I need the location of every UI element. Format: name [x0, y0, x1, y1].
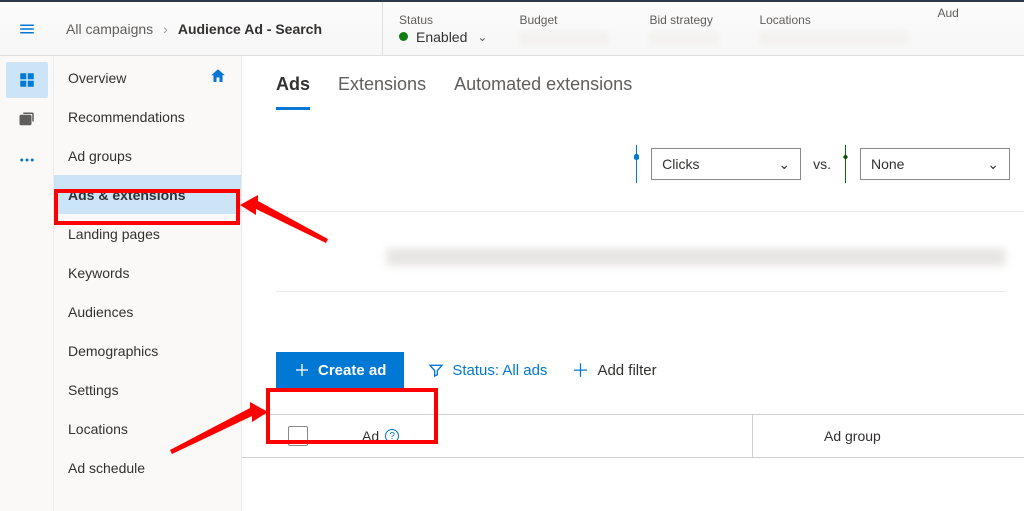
status-value: Enabled — [416, 29, 467, 45]
budget-label: Budget — [519, 13, 617, 27]
column-divider — [752, 414, 753, 458]
tab-extensions[interactable]: Extensions — [338, 74, 426, 110]
sidebar-item-label: Demographics — [68, 343, 158, 359]
sidebar-item-label: Locations — [68, 421, 128, 437]
tab-label: Ads — [276, 74, 310, 94]
tab-automated-extensions[interactable]: Automated extensions — [454, 74, 632, 110]
more-horizontal-icon — [18, 151, 36, 169]
chevron-down-icon: ⌄ — [778, 156, 790, 173]
tab-label: Extensions — [338, 74, 426, 94]
sidebar-item-label: Ads & extensions — [68, 187, 185, 203]
sidebar-item-label: Keywords — [68, 265, 129, 281]
breadcrumb-root[interactable]: All campaigns — [66, 21, 153, 37]
budget-value-redacted — [519, 31, 609, 45]
budget-property[interactable]: Budget — [503, 2, 633, 55]
home-icon — [209, 67, 227, 88]
column-header-ad[interactable]: Ad ? — [362, 428, 752, 444]
filter-funnel-icon — [428, 362, 444, 378]
filter-label: Status: All ads — [452, 362, 547, 379]
tab-label: Automated extensions — [454, 74, 632, 94]
info-banner-redacted — [276, 222, 1006, 292]
select-all-checkbox[interactable] — [288, 426, 308, 446]
sidebar-item-demographics[interactable]: Demographics — [54, 331, 241, 370]
button-label: Create ad — [318, 362, 386, 379]
create-ad-button[interactable]: Create ad — [276, 352, 404, 388]
chevron-down-icon: ⌄ — [477, 30, 487, 44]
metric2-dropdown[interactable]: None ⌄ — [860, 148, 1010, 180]
add-filter-label: Add filter — [597, 362, 656, 379]
add-filter-button[interactable]: ＋ Add filter — [571, 357, 656, 383]
rail-campaigns-icon[interactable] — [6, 62, 48, 98]
bidstrategy-property[interactable]: Bid strategy — [633, 2, 743, 55]
sidebar-item-label: Ad groups — [68, 148, 132, 164]
status-enabled-dot-icon — [399, 32, 408, 41]
sidebar-item-label: Overview — [68, 70, 126, 86]
chart-controls: Clicks ⌄ vs. None ⌄ — [242, 111, 1024, 212]
metric2-handle-icon — [843, 145, 848, 183]
hamburger-menu[interactable] — [0, 2, 54, 55]
sidebar-item-ad-schedule[interactable]: Ad schedule — [54, 448, 241, 487]
sidebar-item-label: Settings — [68, 382, 119, 398]
tabs: Ads Extensions Automated extensions — [242, 56, 1024, 111]
table-header: Ad ? Ad group — [242, 414, 1024, 458]
action-row: Create ad Status: All ads ＋ Add filter — [242, 292, 1024, 388]
grid-icon — [18, 71, 36, 89]
tab-ads[interactable]: Ads — [276, 74, 310, 110]
sidebar-item-locations[interactable]: Locations — [54, 409, 241, 448]
sidebar-item-ads-extensions[interactable]: Ads & extensions — [54, 175, 241, 214]
sidebar-nav: Overview Recommendations Ad groups Ads &… — [54, 56, 242, 511]
sidebar-item-landing-pages[interactable]: Landing pages — [54, 214, 241, 253]
dropdown-value: Clicks — [662, 156, 699, 172]
sidebar-item-label: Audiences — [68, 304, 133, 320]
sidebar-item-recommendations[interactable]: Recommendations — [54, 97, 241, 136]
sidebar-item-adgroups[interactable]: Ad groups — [54, 136, 241, 175]
chevron-right-icon: › — [163, 21, 168, 37]
column-label: Ad — [362, 428, 379, 444]
audiences-label-cut: Aud — [937, 6, 958, 20]
rail-more-icon[interactable] — [6, 142, 48, 178]
sidebar-item-label: Recommendations — [68, 109, 185, 125]
plus-icon — [294, 362, 310, 378]
sidebar-item-audiences[interactable]: Audiences — [54, 292, 241, 331]
sidebar-item-keywords[interactable]: Keywords — [54, 253, 241, 292]
vs-label: vs. — [813, 156, 831, 172]
locations-label: Locations — [759, 13, 909, 27]
audiences-property-cut[interactable]: Aud — [925, 2, 958, 55]
chevron-down-icon: ⌄ — [987, 156, 999, 173]
icon-rail — [0, 56, 54, 511]
sidebar-item-label: Landing pages — [68, 226, 160, 242]
metric1-dropdown[interactable]: Clicks ⌄ — [651, 148, 801, 180]
metric1-handle-icon — [634, 145, 639, 183]
column-header-adgroup[interactable]: Ad group — [824, 428, 1024, 444]
status-property[interactable]: Status Enabled ⌄ — [383, 2, 503, 55]
sidebar-item-label: Ad schedule — [68, 460, 145, 476]
plus-icon: ＋ — [571, 357, 589, 383]
status-label: Status — [399, 13, 487, 27]
breadcrumb[interactable]: All campaigns › Audience Ad - Search — [54, 2, 382, 55]
dropdown-value: None — [871, 156, 904, 172]
help-icon[interactable]: ? — [385, 429, 399, 443]
locations-property[interactable]: Locations — [743, 2, 925, 55]
breadcrumb-current[interactable]: Audience Ad - Search — [178, 21, 322, 37]
cards-icon — [18, 111, 36, 129]
bidstrategy-value-redacted — [649, 31, 719, 45]
bidstrategy-label: Bid strategy — [649, 13, 727, 27]
column-label: Ad group — [824, 428, 881, 444]
redacted-text — [386, 248, 1006, 266]
sidebar-item-overview[interactable]: Overview — [54, 58, 241, 97]
locations-value-redacted — [759, 31, 909, 45]
sidebar-item-settings[interactable]: Settings — [54, 370, 241, 409]
rail-reports-icon[interactable] — [6, 102, 48, 138]
main-content: Ads Extensions Automated extensions Clic… — [242, 56, 1024, 511]
menu-icon — [18, 20, 36, 38]
status-filter[interactable]: Status: All ads — [428, 362, 547, 379]
